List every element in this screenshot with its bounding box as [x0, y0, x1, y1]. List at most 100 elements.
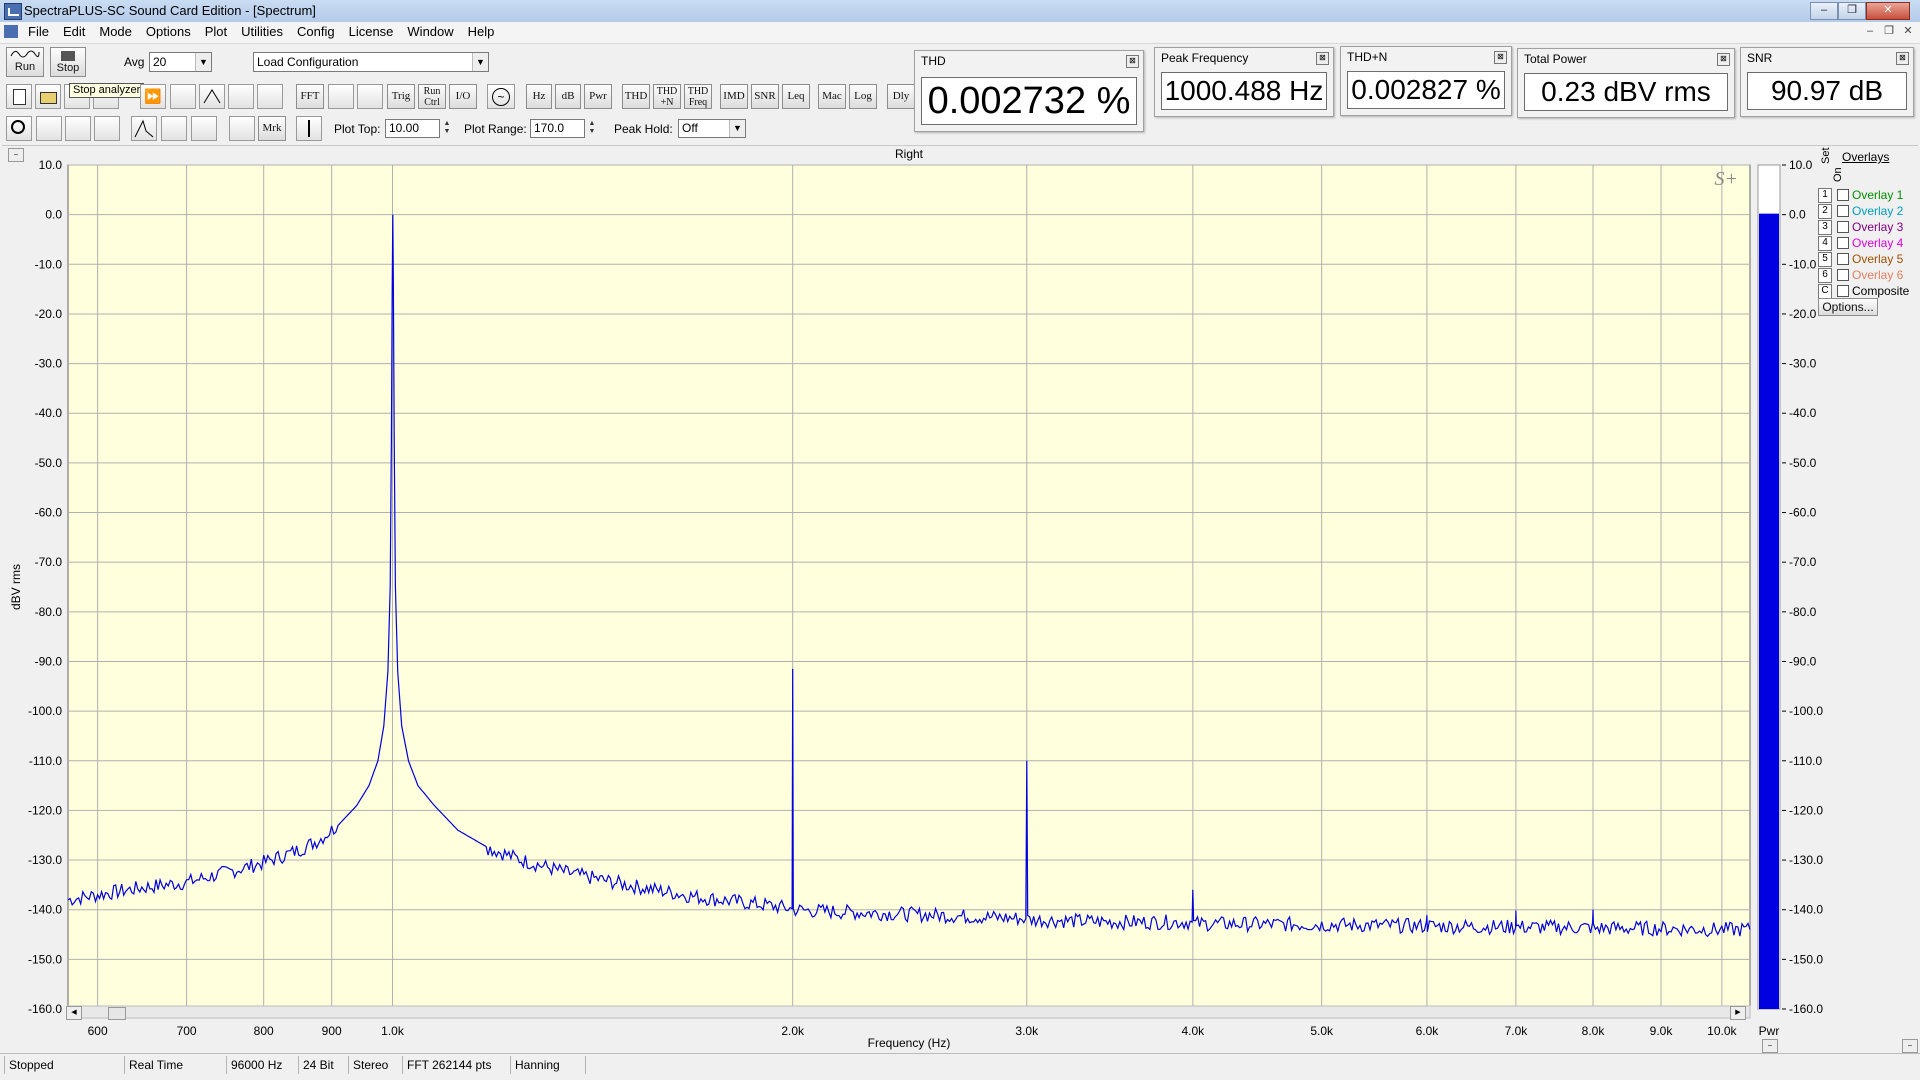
- thd-n-button[interactable]: THD +N: [653, 84, 681, 109]
- overlay-on-checkbox[interactable]: [1837, 189, 1849, 201]
- new-file-icon[interactable]: [6, 84, 32, 109]
- child-restore-button[interactable]: ❐: [1881, 24, 1897, 39]
- avg-select[interactable]: 20 ▼: [149, 52, 212, 72]
- menu-license[interactable]: License: [342, 22, 401, 42]
- close-icon[interactable]: ⊠: [1717, 53, 1730, 66]
- peak-hold-select[interactable]: Off ▼: [678, 119, 746, 138]
- bar-tick-label: 10.0: [1789, 158, 1813, 172]
- overlay-on-checkbox[interactable]: [1837, 221, 1849, 233]
- open-folder-icon[interactable]: [35, 84, 61, 109]
- bar-collapse-icon[interactable]: –: [1762, 1039, 1778, 1053]
- scroll-right-icon[interactable]: ▶: [1730, 1006, 1746, 1020]
- close-button[interactable]: ✕: [1866, 2, 1910, 20]
- menu-mode[interactable]: Mode: [92, 22, 139, 42]
- zoom-in-x2-icon[interactable]: [36, 116, 62, 141]
- spectrum-overlay-icon[interactable]: [170, 84, 196, 109]
- snr-meter[interactable]: SNR ⊠ 90.97 dB: [1740, 47, 1914, 117]
- menu-plot[interactable]: Plot: [198, 22, 234, 42]
- maximize-button[interactable]: ❐: [1838, 2, 1866, 20]
- thd-n-meter[interactable]: THD+N ⊠ 0.002827 %: [1340, 46, 1512, 116]
- total-power-meter[interactable]: Total Power ⊠ 0.23 dBV rms: [1517, 48, 1735, 118]
- overlay-set-button[interactable]: 5: [1818, 252, 1832, 267]
- waveform-icon[interactable]: [199, 84, 225, 109]
- close-icon[interactable]: ⊠: [1896, 52, 1909, 65]
- spinner-icon[interactable]: ▲ ▼: [441, 120, 453, 137]
- trigger-button[interactable]: Trig: [387, 84, 415, 109]
- child-close-button[interactable]: ✕: [1900, 24, 1916, 39]
- zoom-icon[interactable]: [6, 116, 32, 141]
- overlay-on-checkbox[interactable]: [1837, 253, 1849, 265]
- peak-marker-icon[interactable]: [357, 84, 383, 109]
- x-scrollbar[interactable]: [67, 1005, 1751, 1019]
- power-bar-label: Pwr: [1759, 1024, 1780, 1038]
- cursor-icon[interactable]: [296, 116, 322, 141]
- document-icon[interactable]: [4, 25, 18, 38]
- child-minimize-button[interactable]: –: [1862, 24, 1878, 39]
- close-icon[interactable]: ⊠: [1494, 51, 1507, 64]
- fft-button[interactable]: FFT: [296, 84, 324, 109]
- spinner-icon[interactable]: ▲ ▼: [586, 120, 598, 137]
- delay-button[interactable]: Dly: [887, 84, 915, 109]
- configuration-select[interactable]: Load Configuration ▼: [253, 52, 489, 72]
- menu-edit[interactable]: Edit: [56, 22, 92, 42]
- overlay-set-button[interactable]: 2: [1818, 204, 1832, 219]
- close-icon[interactable]: ⊠: [1126, 55, 1139, 68]
- peak-shape-icon[interactable]: [131, 116, 157, 141]
- spectrogram-icon[interactable]: [228, 84, 254, 109]
- io-button[interactable]: I/O: [449, 84, 477, 109]
- thd-button[interactable]: THD: [622, 84, 650, 109]
- imd-button[interactable]: IMD: [720, 84, 748, 109]
- overlay-options-button[interactable]: Options...: [1818, 298, 1878, 316]
- zoom-out-x2-icon[interactable]: [65, 116, 91, 141]
- pwr-button[interactable]: Pwr: [584, 84, 612, 109]
- panel-collapse-icon[interactable]: –: [1902, 1039, 1918, 1053]
- close-icon[interactable]: ⊠: [1316, 52, 1329, 65]
- run-button[interactable]: Run: [6, 47, 44, 77]
- plot-top-input[interactable]: 10.00 ▲ ▼: [385, 119, 450, 138]
- snr-button[interactable]: SNR: [751, 84, 779, 109]
- thd-freq-button[interactable]: THD Freq: [684, 84, 712, 109]
- thd-meter[interactable]: THD ⊠ 0.002732 %: [914, 50, 1144, 132]
- collapse-icon[interactable]: –: [8, 148, 24, 162]
- line-graph-icon[interactable]: [161, 116, 187, 141]
- scroll-left-icon[interactable]: ◀: [66, 1006, 82, 1020]
- overlay-set-button[interactable]: 6: [1818, 268, 1832, 283]
- overlay-on-checkbox[interactable]: [1837, 269, 1849, 281]
- overlay-on-checkbox[interactable]: [1837, 237, 1849, 249]
- overlay-set-button[interactable]: 1: [1818, 188, 1832, 203]
- 3d-surface-icon[interactable]: [257, 84, 283, 109]
- stop-button[interactable]: Stop: [50, 47, 86, 77]
- overlay-set-button[interactable]: C: [1818, 284, 1832, 299]
- signal-generator-icon[interactable]: ~: [487, 84, 515, 109]
- plot-range-input[interactable]: 170.0 ▲ ▼: [530, 119, 595, 138]
- menu-window[interactable]: Window: [400, 22, 460, 42]
- axis-scale-icon[interactable]: [328, 84, 354, 109]
- log-button[interactable]: Log: [849, 84, 877, 109]
- menu-help[interactable]: Help: [461, 22, 502, 42]
- scroll-thumb[interactable]: [108, 1007, 126, 1020]
- hz-button[interactable]: Hz: [526, 84, 552, 109]
- overlay-on-checkbox[interactable]: [1837, 285, 1849, 297]
- menu-options[interactable]: Options: [139, 22, 198, 42]
- spectrum-chart[interactable]: 10.0 10.0 0.0 0.0 -10.0 -10.0 -20.0 -20.0 -30.0 -…: [2, 146, 1918, 1054]
- overlay-on-checkbox[interactable]: [1837, 205, 1849, 217]
- overlays-header[interactable]: Overlays: [1842, 150, 1889, 164]
- bar-graph-icon[interactable]: [191, 116, 217, 141]
- leq-button[interactable]: Leq: [782, 84, 810, 109]
- db-button[interactable]: dB: [555, 84, 581, 109]
- fast-forward-icon[interactable]: ⏩: [140, 84, 166, 109]
- list-view-icon[interactable]: [229, 116, 255, 141]
- overlay-set-button[interactable]: 4: [1818, 236, 1832, 251]
- zoom-out-full-icon[interactable]: [94, 116, 120, 141]
- plot-range-label: Plot Range:: [464, 122, 527, 136]
- macro-button[interactable]: Mac: [818, 84, 846, 109]
- menu-utilities[interactable]: Utilities: [234, 22, 290, 42]
- menu-file[interactable]: File: [21, 22, 56, 42]
- overlay-set-button[interactable]: 3: [1818, 220, 1832, 235]
- run-ctrl-button[interactable]: Run Ctrl: [418, 84, 446, 109]
- peak-frequency-meter[interactable]: Peak Frequency ⊠ 1000.488 Hz: [1154, 47, 1334, 117]
- plot-area[interactable]: [67, 164, 1751, 1010]
- menu-config[interactable]: Config: [290, 22, 342, 42]
- minimize-button[interactable]: –: [1810, 2, 1838, 20]
- marker-button[interactable]: Mrk: [258, 116, 286, 141]
